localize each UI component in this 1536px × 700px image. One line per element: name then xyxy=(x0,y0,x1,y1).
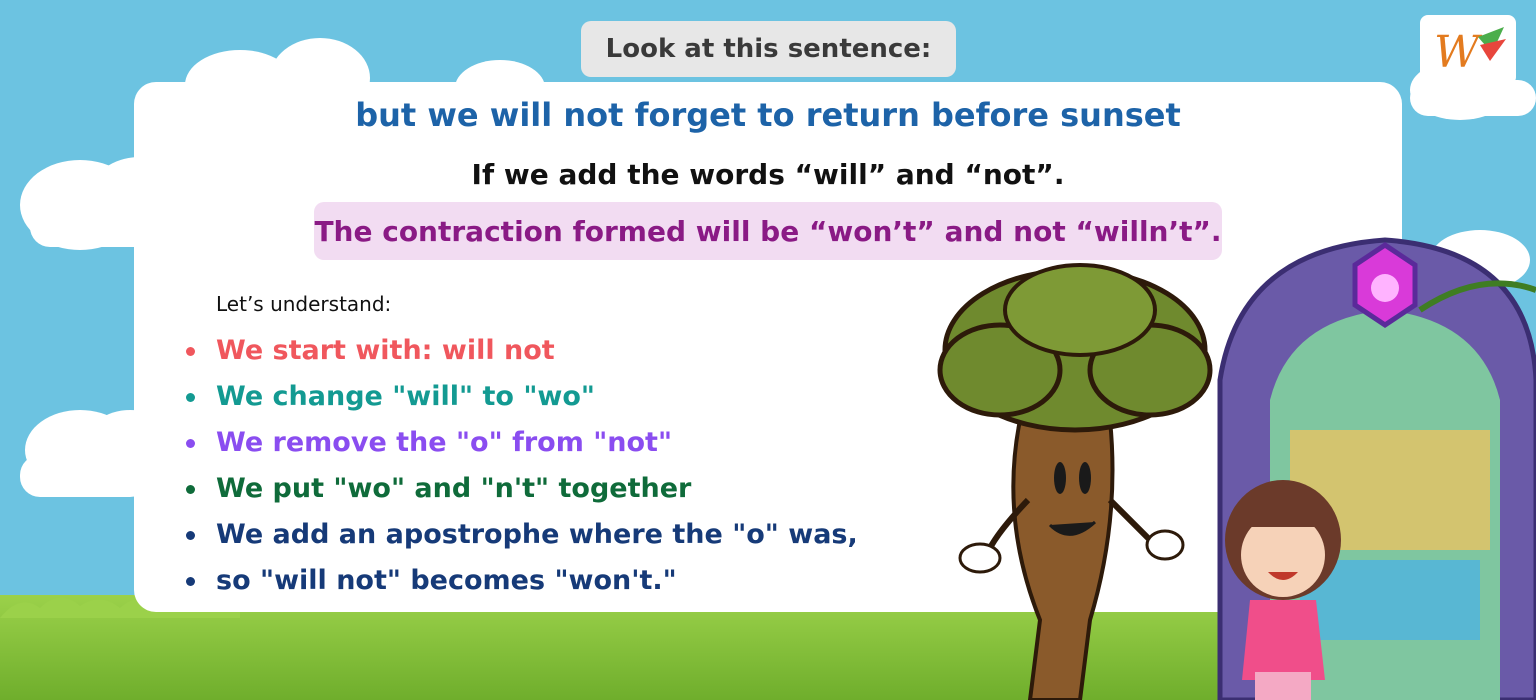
svg-text:W: W xyxy=(1434,27,1483,78)
scene-background: Look at this sentence: but we will not f… xyxy=(0,0,1536,700)
brand-logo: W xyxy=(1420,15,1516,85)
girl-character xyxy=(1225,480,1341,700)
w-logo-icon: W xyxy=(1434,27,1506,78)
